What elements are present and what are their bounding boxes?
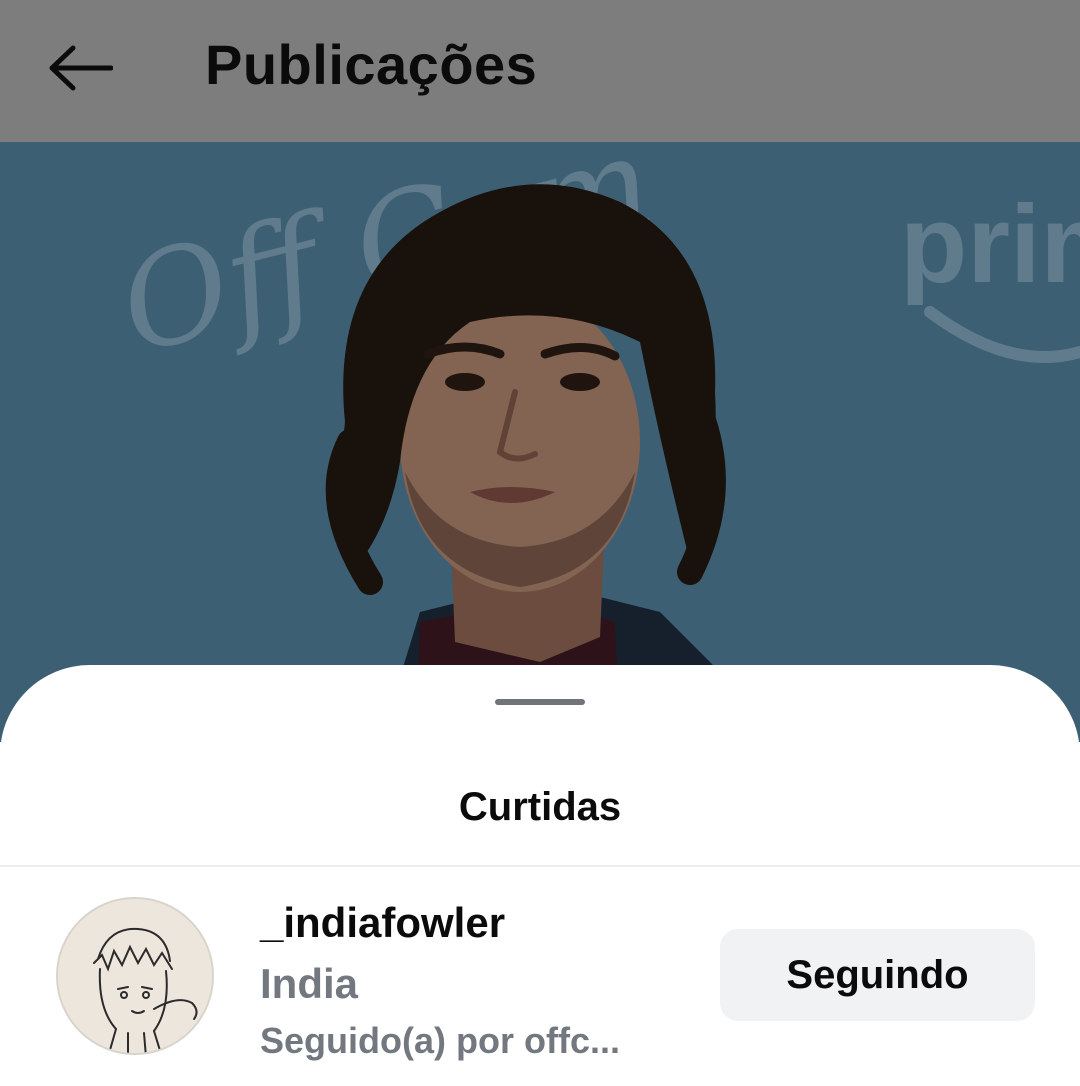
following-button[interactable]: Seguindo: [720, 929, 1035, 1021]
followed-by-text: Seguido(a) por offc...: [260, 1020, 620, 1061]
top-bar: Publicações: [0, 0, 1080, 142]
sheet-title: Curtidas: [458, 785, 622, 829]
page-title: Publicações: [205, 33, 538, 96]
avatar[interactable]: [56, 897, 214, 1055]
username[interactable]: _indiafowler: [260, 897, 505, 949]
arrow-left-icon: [49, 45, 113, 91]
sheet-drag-handle[interactable]: [495, 699, 585, 705]
full-name: India: [260, 960, 359, 1007]
list-item[interactable]: _indiafowler India Seguido(a) por offc..…: [0, 887, 1080, 1061]
likes-sheet: Curtidas _indiafowler India Seguido(a) p…: [0, 665, 1080, 1086]
sketch-avatar-image: [58, 899, 212, 1053]
back-button[interactable]: [40, 36, 120, 100]
post-photo: Off Cam prim: [0, 142, 1080, 742]
divider: [0, 865, 1080, 867]
